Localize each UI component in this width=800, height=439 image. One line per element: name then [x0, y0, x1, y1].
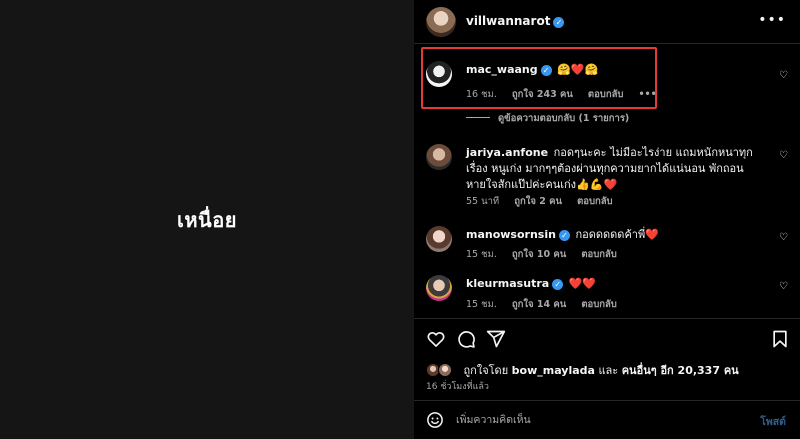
likes-middle: และ	[598, 364, 619, 377]
verified-badge-icon: ✓	[553, 17, 565, 28]
commenter-avatar[interactable]	[426, 275, 452, 301]
liked-by-avatars[interactable]	[426, 363, 456, 377]
share-icon[interactable]	[486, 329, 506, 349]
verified-badge-icon: ✓	[540, 65, 552, 76]
commenter-avatar[interactable]	[426, 144, 452, 170]
comment-text: ❤️❤️	[568, 277, 597, 290]
comment-like-heart-icon[interactable]: ♡	[779, 281, 788, 292]
post-media[interactable]: เหนื่อย	[0, 0, 414, 439]
comment-time: 15 ชม.	[466, 249, 497, 260]
emoji-icon[interactable]	[426, 411, 444, 429]
view-replies-button[interactable]: ดูข้อความตอบกลับ (1 รายการ)	[466, 111, 629, 126]
verified-badge-icon: ✓	[558, 230, 570, 241]
commenter-avatar[interactable]	[426, 61, 452, 87]
media-caption: เหนื่อย	[177, 207, 237, 232]
comment-likes[interactable]: ถูกใจ 243 คน	[512, 89, 573, 100]
comment-username[interactable]: mac_waang	[466, 63, 538, 76]
owner-username[interactable]: villwannarot ✓	[466, 14, 565, 28]
bookmark-icon[interactable]	[770, 329, 790, 349]
post-panel: villwannarot ✓ ••• mac_waang ✓ 🤗❤️🤗 16 ชม.…	[414, 0, 800, 439]
comment-username[interactable]: jariya.anfone	[466, 146, 548, 159]
likes-others-link[interactable]: คนอื่นๆ อีก 20,337 คน	[622, 364, 739, 377]
comment-like-heart-icon[interactable]: ♡	[779, 232, 788, 243]
comment-username[interactable]: kleurmasutra	[466, 277, 549, 290]
post-actions: ถูกใจโดย bow_maylada และ คนอื่นๆ อีก 20,…	[414, 318, 800, 398]
owner-avatar[interactable]	[426, 7, 456, 37]
likes-prefix: ถูกใจโดย	[463, 364, 509, 377]
comment-more-icon[interactable]: •••	[638, 89, 656, 100]
liked-by-username[interactable]: bow_maylada	[512, 364, 595, 377]
reply-button[interactable]: ตอบกลับ	[588, 89, 624, 100]
comment-likes[interactable]: ถูกใจ 10 คน	[512, 249, 566, 260]
comment-text: กอดดดดดค้าพี่❤️	[575, 228, 659, 241]
comment-like-heart-icon[interactable]: ♡	[779, 150, 788, 161]
comment-time: 16 ชม.	[466, 89, 497, 100]
heart-icon[interactable]	[426, 329, 446, 349]
comment-like-heart-icon[interactable]: ♡	[779, 70, 788, 81]
post-comment-button[interactable]: โพสต์	[760, 413, 786, 430]
comment-input[interactable]	[456, 410, 736, 430]
add-comment-bar: โพสต์	[414, 400, 800, 439]
comment-icon[interactable]	[456, 329, 476, 349]
likes-summary: ถูกใจโดย bow_maylada และ คนอื่นๆ อีก 20,…	[426, 361, 739, 379]
commenter-avatar[interactable]	[426, 226, 452, 252]
reply-button[interactable]: ตอบกลับ	[577, 196, 613, 207]
reply-button[interactable]: ตอบกลับ	[581, 299, 617, 310]
comment-likes[interactable]: ถูกใจ 2 คน	[514, 196, 562, 207]
reply-button[interactable]: ตอบกลับ	[581, 249, 617, 260]
comment-time: 15 ชม.	[466, 299, 497, 310]
comment-username[interactable]: manowsornsin	[466, 228, 556, 241]
verified-badge-icon: ✓	[552, 279, 564, 290]
more-options-icon[interactable]: •••	[758, 12, 786, 28]
comment-time: 55 นาที	[466, 196, 500, 207]
divider-line	[466, 117, 490, 118]
comment-likes[interactable]: ถูกใจ 14 คน	[512, 299, 566, 310]
post-time-ago: 16 ชั่วโมงที่แล้ว	[426, 382, 489, 392]
comment-text: 🤗❤️🤗	[557, 63, 599, 76]
post-header: villwannarot ✓ •••	[414, 0, 800, 44]
